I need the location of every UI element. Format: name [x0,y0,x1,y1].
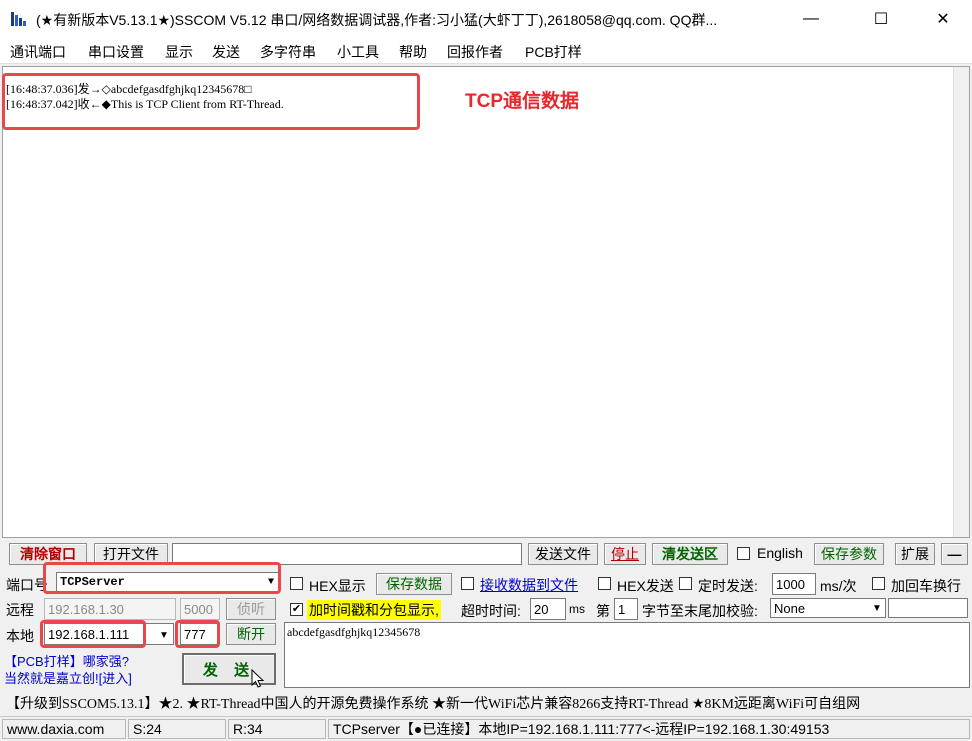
timeout-input[interactable]: 20 [530,598,566,620]
disconnect-button[interactable]: 断开 [226,623,276,645]
send-text-content: abcdefgasdfghjkq12345678 [287,625,421,639]
minimize-icon: — [803,10,819,27]
hex-send-label: HEX发送 [617,578,674,594]
nth-label: 第 [596,603,610,619]
menu-comm-port[interactable]: 通讯端口 [10,42,66,62]
promo-enter: [进入] [98,671,132,686]
chevron-down-icon: ▼ [159,629,169,641]
interval-unit-label: ms/次 [820,578,857,594]
append-newline-checkbox[interactable] [872,577,885,590]
send-interval-input[interactable]: 1000 [772,573,816,595]
english-label: English [757,545,803,561]
hex-display-label: HEX显示 [309,578,366,594]
menu-report-author[interactable]: 回报作者 [447,42,503,62]
save-data-button[interactable]: 保存数据 [376,573,452,595]
menu-display[interactable]: 显示 [165,42,193,62]
local-label: 本地 [6,628,34,644]
receive-scrollbar[interactable] [953,67,969,537]
timeout-unit-label: ms [569,602,585,616]
recv-to-file-checkbox[interactable] [461,577,474,590]
annotation-tcp-data: TCP通信数据 [465,91,580,112]
status-received-count: R:34 [228,719,326,739]
english-checkbox[interactable] [737,547,750,560]
chevron-down-icon: ▼ [869,599,885,617]
checksum-select[interactable]: None ▼ [770,598,886,618]
highlight-box-receive [2,73,420,130]
local-ip-dropdown[interactable]: ▼ [155,625,173,645]
highlight-box-local-ip [40,620,146,648]
recv-to-file-label[interactable]: 接收数据到文件 [480,575,578,595]
maximize-icon: ☐ [873,11,889,28]
highlight-box-local-port [175,620,220,648]
close-button[interactable]: ✕ [920,0,966,38]
minimize-button[interactable]: — [788,0,834,38]
mouse-cursor-icon [251,669,265,688]
timed-send-checkbox[interactable] [679,577,692,590]
timestamp-checkbox[interactable]: ✔ [290,603,303,616]
maximize-button[interactable]: ☐ [858,0,904,38]
send-file-button[interactable]: 发送文件 [528,543,598,565]
promo-jlc: 当然就是嘉立创! [4,671,99,686]
remote-port-input[interactable]: 5000 [180,598,220,620]
hex-send-checkbox[interactable] [598,577,611,590]
title-bar: (★有新版本V5.13.1★)SSCOM V5.12 串口/网络数据调试器,作者… [0,0,972,38]
checksum-label: 字节至末尾加校验: [642,603,758,619]
menu-multi-string[interactable]: 多字符串 [260,42,316,62]
close-icon: ✕ [936,11,950,28]
hex-display-checkbox[interactable] [290,577,303,590]
promo-question: 哪家强? [82,654,129,669]
promo-link[interactable]: 【PCB打样】哪家强? 当然就是嘉立创![进入] [4,653,132,687]
status-connection: TCPserver【●已连接】本地IP=192.168.1.111:777<-远… [328,719,970,739]
append-newline-label: 加回车换行 [891,578,961,594]
timestamp-label: 加时间戳和分包显示, [307,600,441,620]
menu-pcb[interactable]: PCB打样 [525,42,582,62]
menu-serial-settings[interactable]: 串口设置 [88,42,144,62]
menu-help[interactable]: 帮助 [399,42,427,62]
nth-byte-input[interactable]: 1 [614,598,638,620]
checksum-select-value: None [774,600,806,616]
remote-ip-input[interactable]: 192.168.1.30 [44,598,176,620]
checksum-extra-input[interactable] [888,598,968,618]
news-ticker[interactable]: 【升级到SSCOM5.13.1】★2. ★RT-Thread中国人的开源免费操作… [6,693,968,713]
port-label: 端口号 [6,577,48,593]
status-sent-count: S:24 [128,719,226,739]
window-title: (★有新版本V5.13.1★)SSCOM V5.12 串口/网络数据调试器,作者… [36,12,718,28]
remote-label: 远程 [6,602,34,618]
timeout-label: 超时时间: [461,603,521,619]
app-icon [11,12,26,26]
menu-bar: 通讯端口 串口设置 显示 发送 多字符串 小工具 帮助 回报作者 PCB打样 [0,38,972,64]
stop-button[interactable]: 停止 [604,543,646,565]
expand-button[interactable]: 扩展 [895,543,935,565]
highlight-box-port [43,562,281,594]
timed-send-label: 定时发送: [698,578,758,594]
listen-button[interactable]: 侦听 [226,598,276,620]
receive-area[interactable] [2,66,970,538]
collapse-button[interactable]: — [941,543,968,565]
menu-tools[interactable]: 小工具 [337,42,379,62]
status-website[interactable]: www.daxia.com [2,719,126,739]
promo-pcb: 【PCB打样】 [4,654,83,669]
menu-send[interactable]: 发送 [212,42,240,62]
save-params-button[interactable]: 保存参数 [814,543,884,565]
clear-send-button[interactable]: 清发送区 [652,543,728,565]
send-text-area[interactable]: abcdefgasdfghjkq12345678 [284,622,970,688]
